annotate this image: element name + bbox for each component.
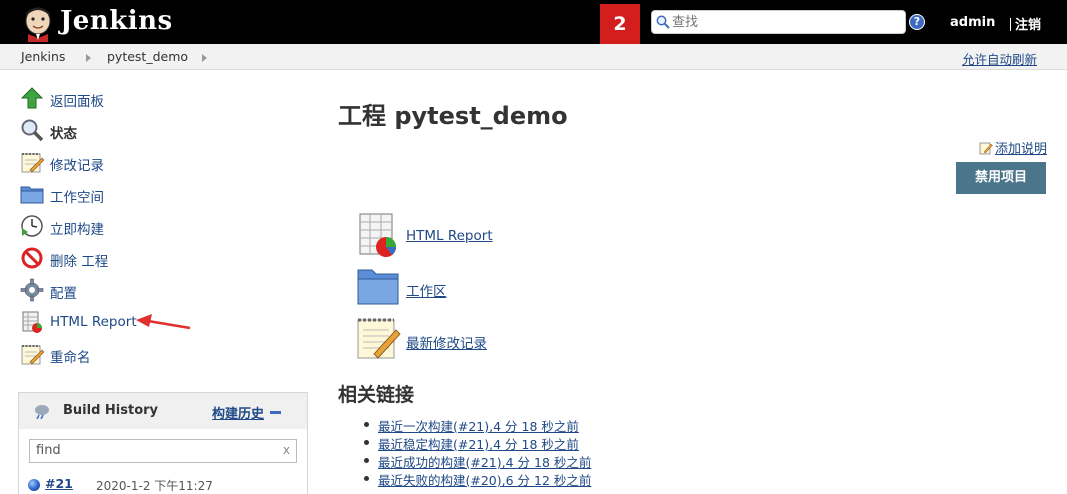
related-link[interactable]: 最近一次构建(#21),4 分 18 秒之前 <box>378 419 579 434</box>
sidebar-item-label[interactable]: 立即构建 <box>50 218 104 238</box>
related-links-list: 最近一次构建(#21),4 分 18 秒之前 最近稳定构建(#21),4 分 1… <box>360 416 591 488</box>
collapse-icon[interactable] <box>270 411 281 414</box>
brand-title[interactable]: Jenkins <box>60 6 173 36</box>
notepad-icon <box>21 345 44 365</box>
related-link[interactable]: 最近失败的构建(#20),6 分 12 秒之前 <box>378 473 591 488</box>
breadcrumb-chevron-icon[interactable] <box>86 54 91 62</box>
sidebar-item-label[interactable]: 配置 <box>50 282 77 302</box>
search-input[interactable] <box>672 13 900 31</box>
report-icon <box>22 311 42 333</box>
sidebar-item-label[interactable]: HTML Report <box>50 314 137 330</box>
clock-build-icon <box>21 215 43 237</box>
sidebar-item-changes[interactable]: 修改记录 <box>20 150 270 174</box>
weather-cloud-icon <box>35 405 49 419</box>
logout-label[interactable]: 注销 <box>1015 18 1041 33</box>
sidebar-item-label[interactable]: 返回面板 <box>50 90 104 110</box>
notification-badge[interactable]: 2 <box>600 4 640 44</box>
up-arrow-icon <box>20 87 44 109</box>
list-item: 最近成功的构建(#21),4 分 18 秒之前 <box>360 452 591 470</box>
build-history-panel: Build History 构建历史 x #21 2020-1-2 下午11:2… <box>18 392 308 494</box>
main-link-label[interactable]: 最新修改记录 <box>406 332 487 352</box>
gear-icon <box>20 278 44 302</box>
edit-icon <box>979 142 993 155</box>
related-link[interactable]: 最近成功的构建(#21),4 分 18 秒之前 <box>378 455 591 470</box>
build-trend-link[interactable]: 构建历史 <box>212 403 264 422</box>
notepad-icon <box>21 153 44 173</box>
sidebar-item-workspace[interactable]: 工作空间 <box>20 182 270 206</box>
build-history-title: Build History <box>63 403 159 418</box>
list-item: 最近稳定构建(#21),4 分 18 秒之前 <box>360 434 591 452</box>
header-bar: Jenkins 2 ? admin 注销 <box>0 0 1067 44</box>
search-box[interactable] <box>651 10 906 34</box>
sidebar-item-label[interactable]: 重命名 <box>50 346 91 366</box>
main-link-label[interactable]: 工作区 <box>406 280 447 300</box>
folder-icon <box>357 269 399 305</box>
user-link[interactable]: admin <box>950 15 995 30</box>
related-link[interactable]: 最近稳定构建(#21),4 分 18 秒之前 <box>378 437 579 452</box>
auto-refresh-link[interactable]: 允许自动刷新 <box>962 49 1037 68</box>
sidebar-item-delete-project[interactable]: 删除 工程 <box>20 246 270 270</box>
build-status-ball-icon <box>28 479 40 491</box>
disable-project-button[interactable]: 禁用项目 <box>956 162 1046 194</box>
breadcrumb-item-project[interactable]: pytest_demo <box>107 49 188 64</box>
notepad-icon <box>357 318 401 359</box>
jenkins-logo-icon[interactable] <box>18 4 58 42</box>
logout-link[interactable]: 注销 <box>1010 14 1041 33</box>
sidebar-item-configure[interactable]: 配置 <box>20 278 270 302</box>
build-history-header: Build History 构建历史 <box>19 393 307 429</box>
no-entry-icon <box>21 247 43 269</box>
main-link-label[interactable]: HTML Report <box>406 228 493 244</box>
sidebar-item-label[interactable]: 修改记录 <box>50 154 104 174</box>
build-number-link[interactable]: #21 <box>45 476 73 491</box>
sidebar-item-label[interactable]: 状态 <box>50 122 77 142</box>
divider <box>1010 18 1011 31</box>
sidebar-item-build-now[interactable]: 立即构建 <box>20 214 270 238</box>
breadcrumb-item-jenkins[interactable]: Jenkins <box>21 49 65 64</box>
build-filter-box[interactable]: x <box>29 439 297 463</box>
clear-filter-icon[interactable]: x <box>283 443 290 457</box>
annotation-arrow-icon <box>136 314 191 330</box>
help-icon[interactable]: ? <box>909 14 925 30</box>
magnifier-icon <box>21 119 44 142</box>
list-item: 最近失败的构建(#20),6 分 12 秒之前 <box>360 470 591 488</box>
breadcrumb-chevron-icon[interactable] <box>202 54 207 62</box>
sidebar-item-rename[interactable]: 重命名 <box>20 342 270 366</box>
add-description-label[interactable]: 添加说明 <box>995 142 1047 157</box>
main-link-workspace[interactable]: 工作区 <box>356 264 656 312</box>
breadcrumb: Jenkins pytest_demo 允许自动刷新 <box>0 44 1067 70</box>
page-title: 工程 pytest_demo <box>338 102 568 130</box>
build-filter-input[interactable] <box>36 443 266 458</box>
related-links-heading: 相关链接 <box>338 384 415 406</box>
sidebar-item-label[interactable]: 工作空间 <box>50 186 104 206</box>
search-icon <box>656 15 670 29</box>
list-item: 最近一次构建(#21),4 分 18 秒之前 <box>360 416 591 434</box>
sidebar-item-label[interactable]: 删除 工程 <box>50 250 108 270</box>
sidebar-item-status[interactable]: 状态 <box>20 118 270 142</box>
main-link-recent-changes[interactable]: 最新修改记录 <box>356 316 656 364</box>
sidebar-item-back-to-dashboard[interactable]: 返回面板 <box>20 86 270 110</box>
main-link-html-report[interactable]: HTML Report <box>356 212 656 260</box>
build-date[interactable]: 2020-1-2 下午11:27 <box>96 477 213 494</box>
folder-icon <box>20 186 44 204</box>
add-description-link[interactable]: 添加说明 <box>979 138 1047 157</box>
report-icon <box>359 213 396 257</box>
